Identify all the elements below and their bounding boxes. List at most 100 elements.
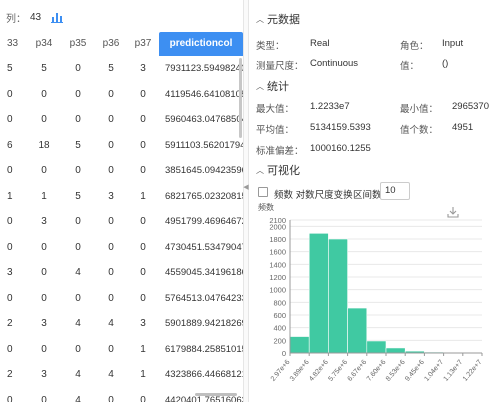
metadata-section-header[interactable]: ︿ 元数据 — [256, 11, 300, 27]
min-value: 2965370 — [452, 101, 489, 112]
count-label: 值个数： — [400, 125, 439, 136]
x-tick-label: 9.45e+6 — [404, 359, 426, 383]
table-cell: 3 — [108, 190, 114, 202]
table-row[interactable]: 0 0 0 0 1 6179884.258510151 — [0, 337, 243, 363]
caret-up-icon: ︿ — [256, 165, 264, 175]
measure-value: Continuous — [310, 58, 359, 69]
table-cell: 4 — [75, 267, 81, 279]
y-tick-label: 1400 — [269, 260, 286, 269]
table-cell: 0 — [41, 241, 47, 253]
bins-input[interactable]: 10 — [380, 182, 410, 200]
table-cell: 0 — [108, 394, 114, 402]
prediction-cell: 5960463.047685046 — [165, 114, 243, 126]
log-scale-label: 频数 对数尺度变换 — [274, 190, 353, 201]
y-tick-label: 400 — [273, 324, 286, 333]
table-row[interactable]: 0 0 0 0 0 4730451.534790472 — [0, 235, 243, 261]
y-tick-label: 2100 — [269, 216, 286, 225]
mean-label: 平均值： — [256, 125, 295, 136]
visualization-section-header[interactable]: ︿ 可视化 — [256, 162, 300, 178]
table-cell: 0 — [140, 139, 146, 151]
table-row[interactable]: 0 0 0 0 0 4119546.641081085 — [0, 82, 243, 108]
table-cell: 0 — [41, 165, 47, 177]
table-cell: 0 — [140, 88, 146, 100]
table-cell: 0 — [108, 343, 114, 355]
prediction-cell: 5764513.047642339 — [165, 292, 243, 304]
prediction-cell: 6179884.258510151 — [165, 343, 243, 355]
column-header[interactable]: 33 — [0, 32, 27, 56]
bar-chart-icon[interactable] — [51, 12, 64, 23]
x-tick-label: 1.13e+7 — [443, 359, 465, 383]
table-cell: 0 — [41, 343, 47, 355]
table-cell: 0 — [140, 216, 146, 228]
table-cell: 0 — [7, 114, 13, 126]
role-value: Input — [442, 38, 464, 49]
value-value: () — [442, 58, 449, 69]
table-header: 33 p34 p35 p36 p37 predictioncol — [0, 32, 243, 56]
column-header[interactable]: p34 — [27, 32, 61, 56]
prediction-cell: 6821765.023208157 — [165, 190, 243, 202]
table-row[interactable]: 6 18 5 0 0 5911103.562017942 — [0, 133, 243, 159]
column-header[interactable]: p36 — [95, 32, 127, 56]
value-label: 值： — [400, 61, 420, 72]
caret-up-icon: ︿ — [256, 81, 264, 91]
table-cell: 0 — [7, 216, 13, 228]
table-cell: 3 — [7, 267, 13, 279]
table-row[interactable]: 2 3 4 4 3 5901889.942182691 — [0, 311, 243, 337]
panel-splitter[interactable] — [243, 0, 249, 402]
table-cell: 0 — [108, 267, 114, 279]
visualization-title: 可视化 — [267, 165, 300, 177]
table-cell: 0 — [7, 394, 13, 402]
table-cell: 0 — [108, 88, 114, 100]
x-tick-label: 1.22e+7 — [462, 359, 484, 383]
table-cell: 0 — [7, 241, 13, 253]
table-row[interactable]: 3 0 4 0 0 4559045.341961862 — [0, 260, 243, 286]
table-cell: 0 — [140, 241, 146, 253]
table-cell: 0 — [108, 241, 114, 253]
histogram-bar — [366, 340, 387, 354]
table-cell: 0 — [75, 63, 81, 75]
x-tick-label: 7.60e+6 — [366, 359, 388, 383]
table-cell: 6 — [7, 139, 13, 151]
histogram-bar — [308, 232, 329, 354]
table-row[interactable]: 2 3 4 4 1 4323866.446681211 — [0, 362, 243, 388]
column-header-selected[interactable]: predictioncol — [159, 32, 243, 56]
table-cell: 3 — [41, 216, 47, 228]
data-preview-panel: 列： 43 33 p34 p35 p36 p37 predictioncol 5… — [0, 0, 243, 402]
table-row[interactable]: 0 0 0 0 0 5764513.047642339 — [0, 286, 243, 312]
prediction-cell: 3851645.094235966 — [165, 165, 243, 177]
horizontal-scrollbar[interactable] — [195, 393, 237, 396]
table-row[interactable]: 0 0 0 0 0 5960463.047685046 — [0, 107, 243, 133]
y-tick-label: 800 — [273, 298, 286, 307]
table-cell: 0 — [41, 267, 47, 279]
x-tick-label: 5.75e+6 — [327, 359, 349, 383]
mean-value: 5134159.5393 — [310, 122, 371, 133]
table-row[interactable]: 0 0 0 0 0 3851645.094235966 — [0, 158, 243, 184]
table-cell: 1 — [7, 190, 13, 202]
table-row[interactable]: 0 3 0 0 0 4951799.469646729 — [0, 209, 243, 235]
table-cell: 2 — [7, 369, 13, 381]
histogram-bar — [385, 347, 406, 354]
collapse-arrow-icon[interactable]: ◀ — [243, 182, 249, 194]
prediction-cell: 4730451.534790472 — [165, 241, 243, 253]
vertical-scrollbar[interactable] — [239, 58, 242, 138]
table-cell: 3 — [140, 318, 146, 330]
table-row[interactable]: 5 5 0 5 3 7931123.594982406 — [0, 56, 243, 82]
type-value: Real — [310, 38, 330, 49]
table-cell: 2 — [7, 318, 13, 330]
type-label: 类型： — [256, 41, 285, 52]
table-cell: 0 — [7, 165, 13, 177]
column-header[interactable]: p37 — [127, 32, 159, 56]
y-tick-label: 600 — [273, 311, 286, 320]
column-header[interactable]: p35 — [61, 32, 95, 56]
table-cell: 0 — [108, 114, 114, 126]
table-cell: 0 — [7, 292, 13, 304]
table-cell: 0 — [7, 343, 13, 355]
table-cell: 5 — [75, 190, 81, 202]
table-cell: 4 — [108, 369, 114, 381]
log-scale-checkbox[interactable] — [258, 187, 268, 197]
statistics-section-header[interactable]: ︿ 统计 — [256, 78, 289, 94]
table-row[interactable]: 1 1 5 3 1 6821765.023208157 — [0, 184, 243, 210]
prediction-cell: 4559045.341961862 — [165, 267, 243, 279]
table-cell: 3 — [41, 318, 47, 330]
x-tick-label: 8.53e+6 — [385, 359, 407, 383]
